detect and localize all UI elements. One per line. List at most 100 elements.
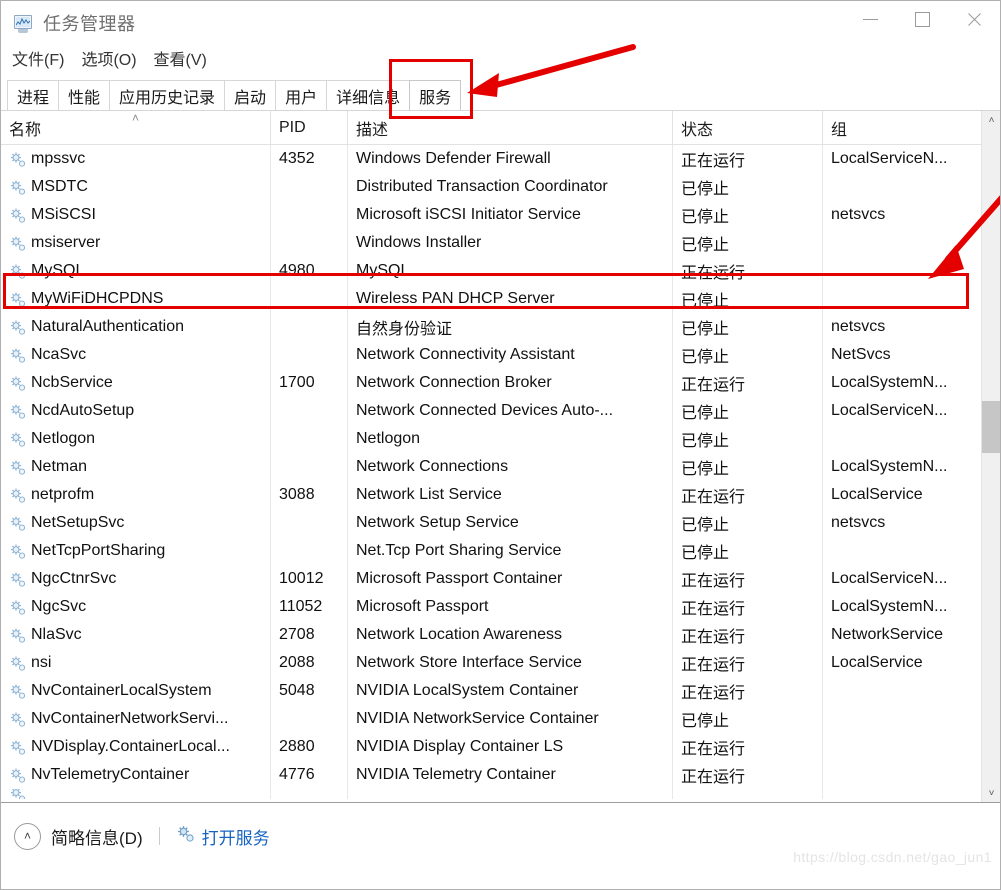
cell-group	[823, 173, 979, 201]
cell-description: Microsoft Passport	[348, 593, 673, 621]
maximize-icon	[914, 11, 930, 27]
cell-status: 已停止	[673, 453, 823, 481]
table-row[interactable]: NlaSvc 2708 Network Location Awareness 正在运行…	[1, 621, 1000, 649]
menu-item-file[interactable]: 文件(F)	[12, 53, 64, 69]
cell-pid	[271, 229, 348, 257]
cell-pid: 4980	[271, 257, 348, 285]
cell-name: NgcCtnrSvc	[1, 565, 271, 593]
cell-name: NcdAutoSetup	[1, 397, 271, 425]
tab-services[interactable]: 服务	[409, 80, 462, 110]
table-row[interactable]: NvContainerNetworkServi... NVIDIA Network…	[1, 705, 1000, 733]
minimize-button[interactable]	[844, 1, 896, 37]
column-header-group[interactable]: 组	[823, 111, 979, 144]
cell-description: 自然身份验证	[348, 313, 673, 341]
table-row[interactable]: msiserver Windows Installer 已停止	[1, 229, 1000, 257]
cell-group	[823, 733, 979, 761]
task-manager-icon	[12, 14, 34, 34]
close-button[interactable]	[948, 1, 1000, 37]
service-name-label: MyWiFiDHCPDNS	[31, 290, 164, 307]
service-name-label: NetTcpPortSharing	[31, 542, 166, 559]
table-row[interactable]: netprofm 3088 Network List Service 正在运行 Loca…	[1, 481, 1000, 509]
cell-group	[823, 537, 979, 565]
vertical-scrollbar[interactable]: ˄ ˅	[981, 111, 1000, 802]
cell-group: LocalSystemN...	[831, 374, 948, 391]
fewer-details-label[interactable]: 简略信息(D)	[51, 824, 143, 849]
table-row-partial[interactable]	[1, 789, 1000, 799]
cell-status: 已停止	[673, 509, 823, 537]
open-services-button[interactable]: 打开服务	[176, 824, 270, 849]
table-row[interactable]: NgcCtnrSvc 10012 Microsoft Passport Contai…	[1, 565, 1000, 593]
column-header-description[interactable]: 描述	[348, 111, 673, 144]
service-gear-icon	[9, 263, 26, 280]
table-row[interactable]: MySQL 4980 MySQL 正在运行	[1, 257, 1000, 285]
cell-description: NVIDIA Telemetry Container	[348, 761, 673, 789]
cell-pid	[271, 705, 348, 733]
service-gear-icon	[9, 179, 26, 196]
cell-status: 正在运行	[673, 733, 823, 761]
cell-group: LocalServiceN...	[831, 402, 948, 419]
cell-status: 已停止	[673, 425, 823, 453]
service-gear-icon	[9, 235, 26, 252]
column-header-name[interactable]: 名称 ˄	[1, 111, 271, 144]
table-row[interactable]: MSDTC Distributed Transaction Coordinator…	[1, 173, 1000, 201]
table-row[interactable]: nsi 2088 Network Store Interface Service 正在…	[1, 649, 1000, 677]
tab-processes[interactable]: 进程	[7, 80, 60, 110]
minimize-icon	[862, 18, 878, 20]
table-row[interactable]: NetSetupSvc Network Setup Service 已停止 netsv…	[1, 509, 1000, 537]
table-row[interactable]: NaturalAuthentication 自然身份验证 已停止 netsvcs	[1, 313, 1000, 341]
table-row[interactable]: NVDisplay.ContainerLocal... 2880 NVIDIA Di…	[1, 733, 1000, 761]
cell-name: NvContainerNetworkServi...	[1, 705, 271, 733]
table-row[interactable]: Netman Network Connections 已停止 LocalSystemN…	[1, 453, 1000, 481]
table-row[interactable]: NgcSvc 11052 Microsoft Passport 正在运行 LocalSy…	[1, 593, 1000, 621]
service-name-label: Netman	[31, 458, 88, 475]
table-row[interactable]: MyWiFiDHCPDNS Wireless PAN DHCP Server 已停止	[1, 285, 1000, 313]
table-row[interactable]: Netlogon Netlogon 已停止	[1, 425, 1000, 453]
menu-item-options[interactable]: 选项(O)	[81, 53, 136, 69]
open-services-label[interactable]: 打开服务	[202, 824, 270, 849]
cell-description: Network Connection Broker	[348, 369, 673, 397]
table-row[interactable]: NcdAutoSetup Network Connected Devices Au…	[1, 397, 1000, 425]
fewer-details-button[interactable]: ˄	[14, 822, 41, 850]
cell-pid: 2708	[271, 621, 348, 649]
cell-pid	[271, 201, 348, 229]
service-name-label: MSDTC	[31, 178, 88, 195]
service-name-label: NgcCtnrSvc	[31, 570, 117, 587]
column-header-name-label: 名称	[9, 121, 42, 139]
tab-users[interactable]: 用户	[275, 80, 328, 110]
tab-details[interactable]: 详细信息	[326, 80, 411, 110]
cell-pid	[271, 313, 348, 341]
table-row[interactable]: NvTelemetryContainer 4776 NVIDIA Telemetry…	[1, 761, 1000, 789]
table-row[interactable]: NcaSvc Network Connectivity Assistant 已停止 N…	[1, 341, 1000, 369]
cell-status: 正在运行	[673, 369, 823, 397]
table-row[interactable]: NcbService 1700 Network Connection Broker 正…	[1, 369, 1000, 397]
table-row[interactable]: NetTcpPortSharing Net.Tcp Port Sharing Se…	[1, 537, 1000, 565]
cell-group: NetSvcs	[831, 346, 891, 363]
cell-group: LocalSystemN...	[831, 598, 948, 615]
column-header-status[interactable]: 状态	[673, 111, 823, 144]
scrollbar-thumb[interactable]	[982, 401, 1000, 453]
cell-pid: 4352	[271, 145, 348, 173]
menu-item-view[interactable]: 查看(V)	[154, 53, 207, 69]
table-row[interactable]: MSiSCSI Microsoft iSCSI Initiator Service…	[1, 201, 1000, 229]
scroll-down-button[interactable]: ˅	[982, 784, 1000, 802]
cell-name: NetSetupSvc	[1, 509, 271, 537]
tab-app-history[interactable]: 应用历史记录	[109, 80, 226, 110]
service-gear-icon	[9, 571, 26, 588]
service-name-label: Netlogon	[31, 430, 96, 447]
cell-name: nsi	[1, 649, 271, 677]
tab-startup[interactable]: 启动	[224, 80, 277, 110]
maximize-button[interactable]	[896, 1, 948, 37]
window-titlebar: 任务管理器	[1, 1, 1000, 47]
tab-performance[interactable]: 性能	[58, 80, 111, 110]
services-table: 名称 ˄ PID 描述 状态 组 mpssvc 4352 Windows Defen…	[1, 111, 1000, 803]
scroll-up-button[interactable]: ˄	[982, 111, 1000, 130]
cell-name: MSDTC	[1, 173, 271, 201]
service-gear-icon	[9, 767, 26, 784]
table-row[interactable]: NvContainerLocalSystem 5048 NVIDIA LocalSy…	[1, 677, 1000, 705]
service-name-label: NcaSvc	[31, 346, 87, 363]
cell-description	[348, 789, 673, 799]
column-header-pid[interactable]: PID	[271, 111, 348, 144]
cell-group: LocalSystemN...	[831, 458, 948, 475]
cell-description: Windows Defender Firewall	[348, 145, 673, 173]
table-row[interactable]: mpssvc 4352 Windows Defender Firewall 正在运行 L…	[1, 145, 1000, 173]
